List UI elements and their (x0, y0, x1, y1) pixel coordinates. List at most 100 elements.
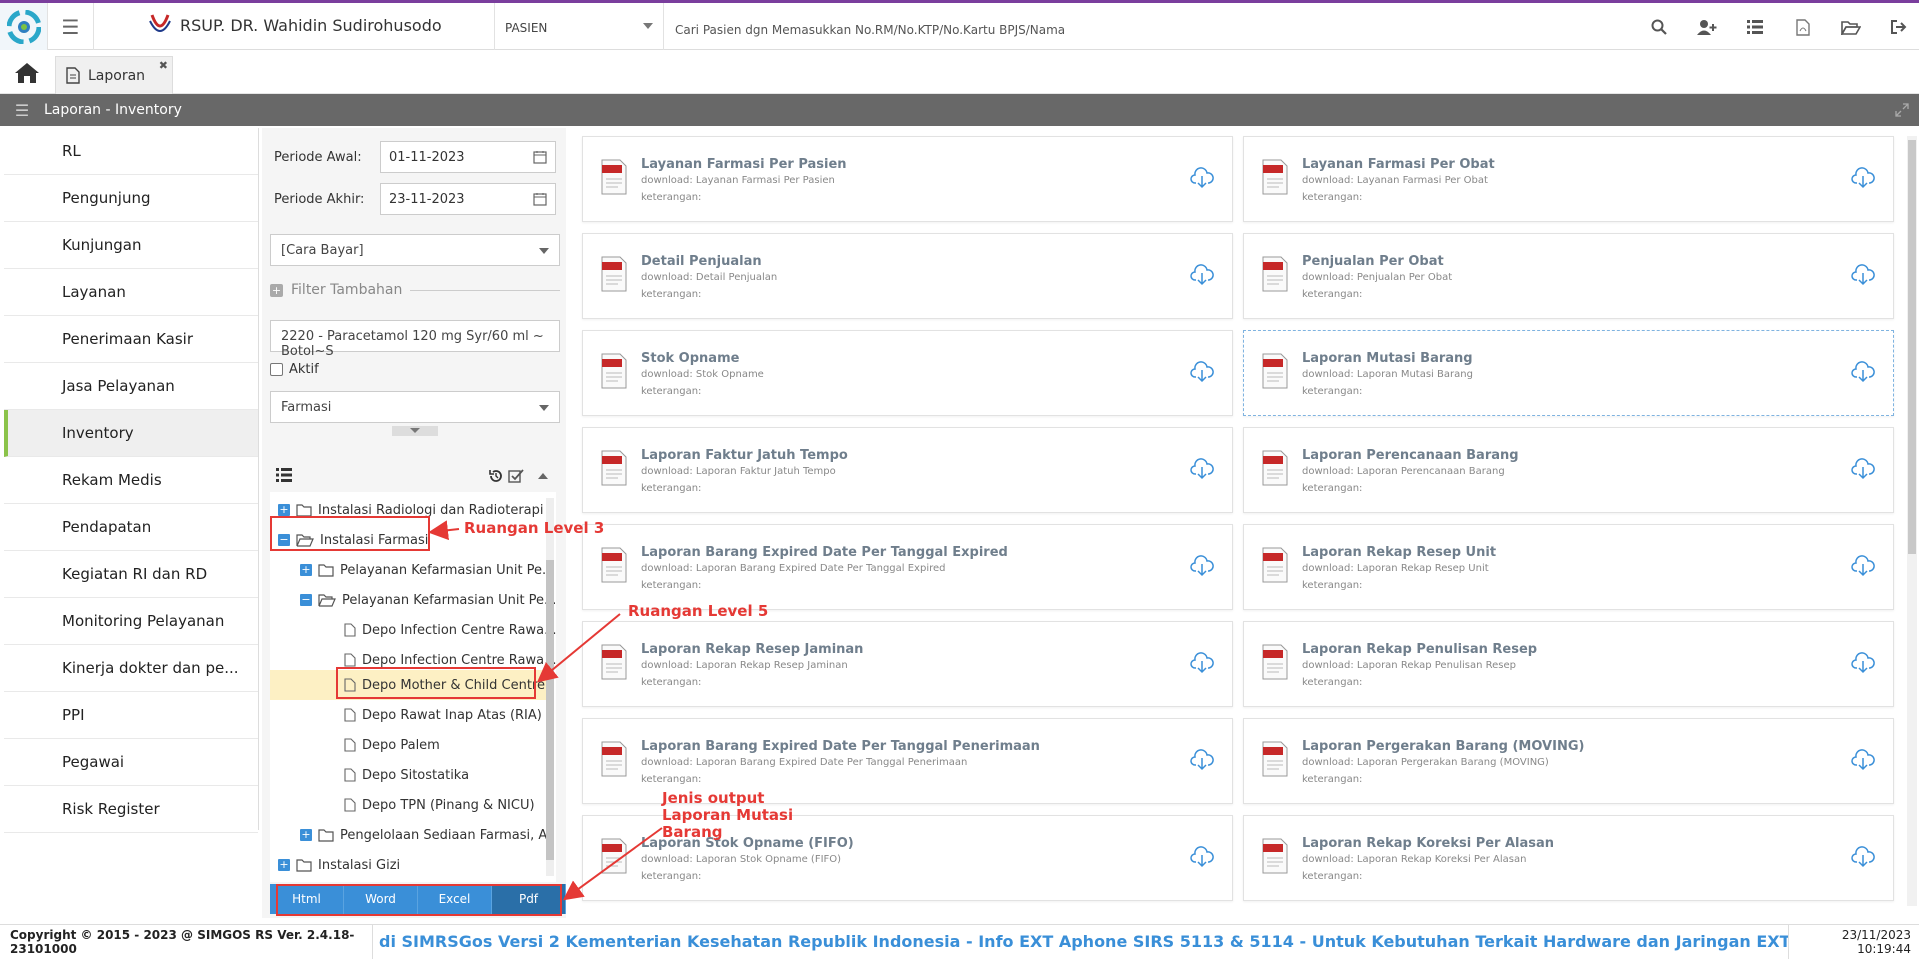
cloud-download-icon[interactable] (1190, 555, 1214, 577)
cara-bayar-select[interactable]: [Cara Bayar] (270, 234, 560, 266)
folder-open-icon[interactable] (1841, 17, 1861, 37)
report-title[interactable]: Penjualan Per Obat (1302, 254, 1444, 269)
cloud-download-icon[interactable] (1190, 846, 1214, 868)
nav-item-jasa-pelayanan[interactable]: Jasa Pelayanan (4, 363, 258, 410)
report-title[interactable]: Laporan Perencanaan Barang (1302, 448, 1519, 463)
app-logo[interactable] (0, 3, 48, 50)
report-title[interactable]: Detail Penjualan (641, 254, 762, 269)
report-title[interactable]: Layanan Farmasi Per Obat (1302, 157, 1495, 172)
patient-search-input[interactable]: Cari Pasien dgn Memasukkan No.RM/No.KTP/… (675, 23, 1065, 37)
nav-item-rl[interactable]: RL (4, 128, 258, 175)
nav-item-inventory[interactable]: Inventory (4, 410, 258, 457)
cloud-download-icon[interactable] (1851, 652, 1875, 674)
cloud-download-icon[interactable] (1851, 846, 1875, 868)
cloud-download-icon[interactable] (1190, 361, 1214, 383)
hamburger-menu-button[interactable]: ☰ (48, 3, 94, 50)
jenis-select[interactable]: Farmasi (270, 391, 560, 423)
nav-item-rekam-medis[interactable]: Rekam Medis (4, 457, 258, 504)
report-card[interactable]: Laporan Pergerakan Barang (MOVING) downlo… (1243, 718, 1894, 804)
pdf-file-icon[interactable] (1793, 17, 1813, 37)
list-icon[interactable] (1745, 17, 1765, 37)
report-title[interactable]: Laporan Rekap Koreksi Per Alasan (1302, 836, 1554, 851)
cloud-download-icon[interactable] (1851, 749, 1875, 771)
tree-node[interactable]: − Pelayanan Kefarmasian Unit Pe... (300, 585, 556, 615)
report-card[interactable]: Detail Penjualan download: Detail Penjual… (582, 233, 1233, 319)
report-card[interactable]: Penjualan Per Obat download: Penjualan Pe… (1243, 233, 1894, 319)
report-title[interactable]: Layanan Farmasi Per Pasien (641, 157, 847, 172)
cloud-download-icon[interactable] (1851, 167, 1875, 189)
expand-icon[interactable]: + (278, 504, 290, 516)
periode-awal-input[interactable]: 01-11-2023 (380, 141, 556, 173)
cloud-download-icon[interactable] (1190, 167, 1214, 189)
collapse-filter-button[interactable] (392, 426, 438, 436)
expand-icon[interactable]: + (278, 859, 290, 871)
report-title[interactable]: Laporan Mutasi Barang (1302, 351, 1473, 366)
tree-node[interactable]: Depo TPN (Pinang & NICU) (344, 790, 535, 820)
report-title[interactable]: Laporan Barang Expired Date Per Tanggal … (641, 545, 1008, 560)
expand-icon[interactable] (1895, 103, 1909, 117)
report-card[interactable]: Laporan Rekap Resep Jaminan download: Lap… (582, 621, 1233, 707)
nav-item-kunjungan[interactable]: Kunjungan (4, 222, 258, 269)
tree-node[interactable]: Depo Rawat Inap Atas (RIA) (344, 700, 542, 730)
cloud-download-icon[interactable] (1851, 458, 1875, 480)
report-title[interactable]: Laporan Faktur Jatuh Tempo (641, 448, 848, 463)
report-title[interactable]: Stok Opname (641, 351, 739, 366)
chevron-up-icon[interactable] (538, 472, 548, 479)
report-card[interactable]: Laporan Rekap Koreksi Per Alasan download… (1243, 815, 1894, 901)
search-icon[interactable] (1649, 17, 1669, 37)
report-title[interactable]: Laporan Barang Expired Date Per Tanggal … (641, 739, 1040, 754)
cloud-download-icon[interactable] (1190, 458, 1214, 480)
nav-item-kinerja-dokter[interactable]: Kinerja dokter dan pe... (4, 645, 258, 692)
calendar-icon[interactable] (533, 192, 547, 206)
home-icon[interactable] (14, 61, 40, 85)
tree-scrollbar[interactable] (546, 498, 554, 876)
tree-node[interactable]: Depo Infection Centre Rawa... (344, 615, 556, 645)
report-title[interactable]: Laporan Rekap Resep Jaminan (641, 642, 863, 657)
history-icon[interactable] (488, 468, 504, 484)
report-title[interactable]: Laporan Rekap Penulisan Resep (1302, 642, 1537, 657)
nav-item-kegiatan-ri-rd[interactable]: Kegiatan RI dan RD (4, 551, 258, 598)
obat-select[interactable]: 2220 - Paracetamol 120 mg Syr/60 ml ~ Bo… (270, 320, 560, 359)
aktif-checkbox[interactable]: Aktif (270, 362, 319, 377)
report-card[interactable]: Laporan Mutasi Barang download: Laporan M… (1243, 330, 1894, 416)
list-icon[interactable] (276, 468, 292, 482)
nav-item-pegawai[interactable]: Pegawai (4, 739, 258, 786)
nav-item-ppi[interactable]: PPI (4, 692, 258, 739)
collapse-icon[interactable]: − (300, 594, 312, 606)
periode-akhir-input[interactable]: 23-11-2023 (380, 183, 556, 215)
nav-item-pengunjung[interactable]: Pengunjung (4, 175, 258, 222)
calendar-icon[interactable] (533, 150, 547, 164)
report-card[interactable]: Layanan Farmasi Per Obat download: Layana… (1243, 136, 1894, 222)
nav-item-monitoring-pelayanan[interactable]: Monitoring Pelayanan (4, 598, 258, 645)
tab-laporan[interactable]: Laporan ✖ (55, 56, 173, 94)
cloud-download-icon[interactable] (1851, 361, 1875, 383)
report-card[interactable]: Stok Opname download: Stok Opname keterang… (582, 330, 1233, 416)
cloud-download-icon[interactable] (1190, 264, 1214, 286)
cloud-download-icon[interactable] (1851, 264, 1875, 286)
report-card[interactable]: Laporan Perencanaan Barang download: Lapo… (1243, 427, 1894, 513)
report-card[interactable]: Laporan Barang Expired Date Per Tanggal … (582, 524, 1233, 610)
report-card[interactable]: Laporan Faktur Jatuh Tempo download: Lapo… (582, 427, 1233, 513)
filter-tambahan-toggle[interactable]: + Filter Tambahan (270, 282, 560, 298)
report-title[interactable]: Laporan Rekap Resep Unit (1302, 545, 1496, 560)
report-card[interactable]: Laporan Rekap Resep Unit download: Lapora… (1243, 524, 1894, 610)
report-card[interactable]: Layanan Farmasi Per Pasien download: Laya… (582, 136, 1233, 222)
menu-icon[interactable]: ☰ (0, 101, 44, 120)
report-scrollbar[interactable] (1907, 136, 1917, 906)
nav-item-risk-register[interactable]: Risk Register (4, 786, 258, 833)
add-user-icon[interactable] (1697, 17, 1717, 37)
expand-icon[interactable]: + (300, 829, 312, 841)
cloud-download-icon[interactable] (1190, 749, 1214, 771)
sign-out-icon[interactable] (1889, 17, 1909, 37)
tree-node[interactable]: + Instalasi Gizi (278, 850, 400, 880)
nav-item-layanan[interactable]: Layanan (4, 269, 258, 316)
close-tab-icon[interactable]: ✖ (159, 59, 168, 72)
cloud-download-icon[interactable] (1190, 652, 1214, 674)
report-card[interactable]: Laporan Rekap Penulisan Resep download: L… (1243, 621, 1894, 707)
report-title[interactable]: Laporan Pergerakan Barang (MOVING) (1302, 739, 1584, 754)
tree-node[interactable]: + Pelayanan Kefarmasian Unit Pe... (300, 555, 554, 585)
tree-node[interactable]: Depo Palem (344, 730, 440, 760)
pasien-select[interactable]: PASIEN (494, 3, 664, 50)
check-square-icon[interactable] (508, 468, 524, 484)
expand-icon[interactable]: + (300, 564, 312, 576)
